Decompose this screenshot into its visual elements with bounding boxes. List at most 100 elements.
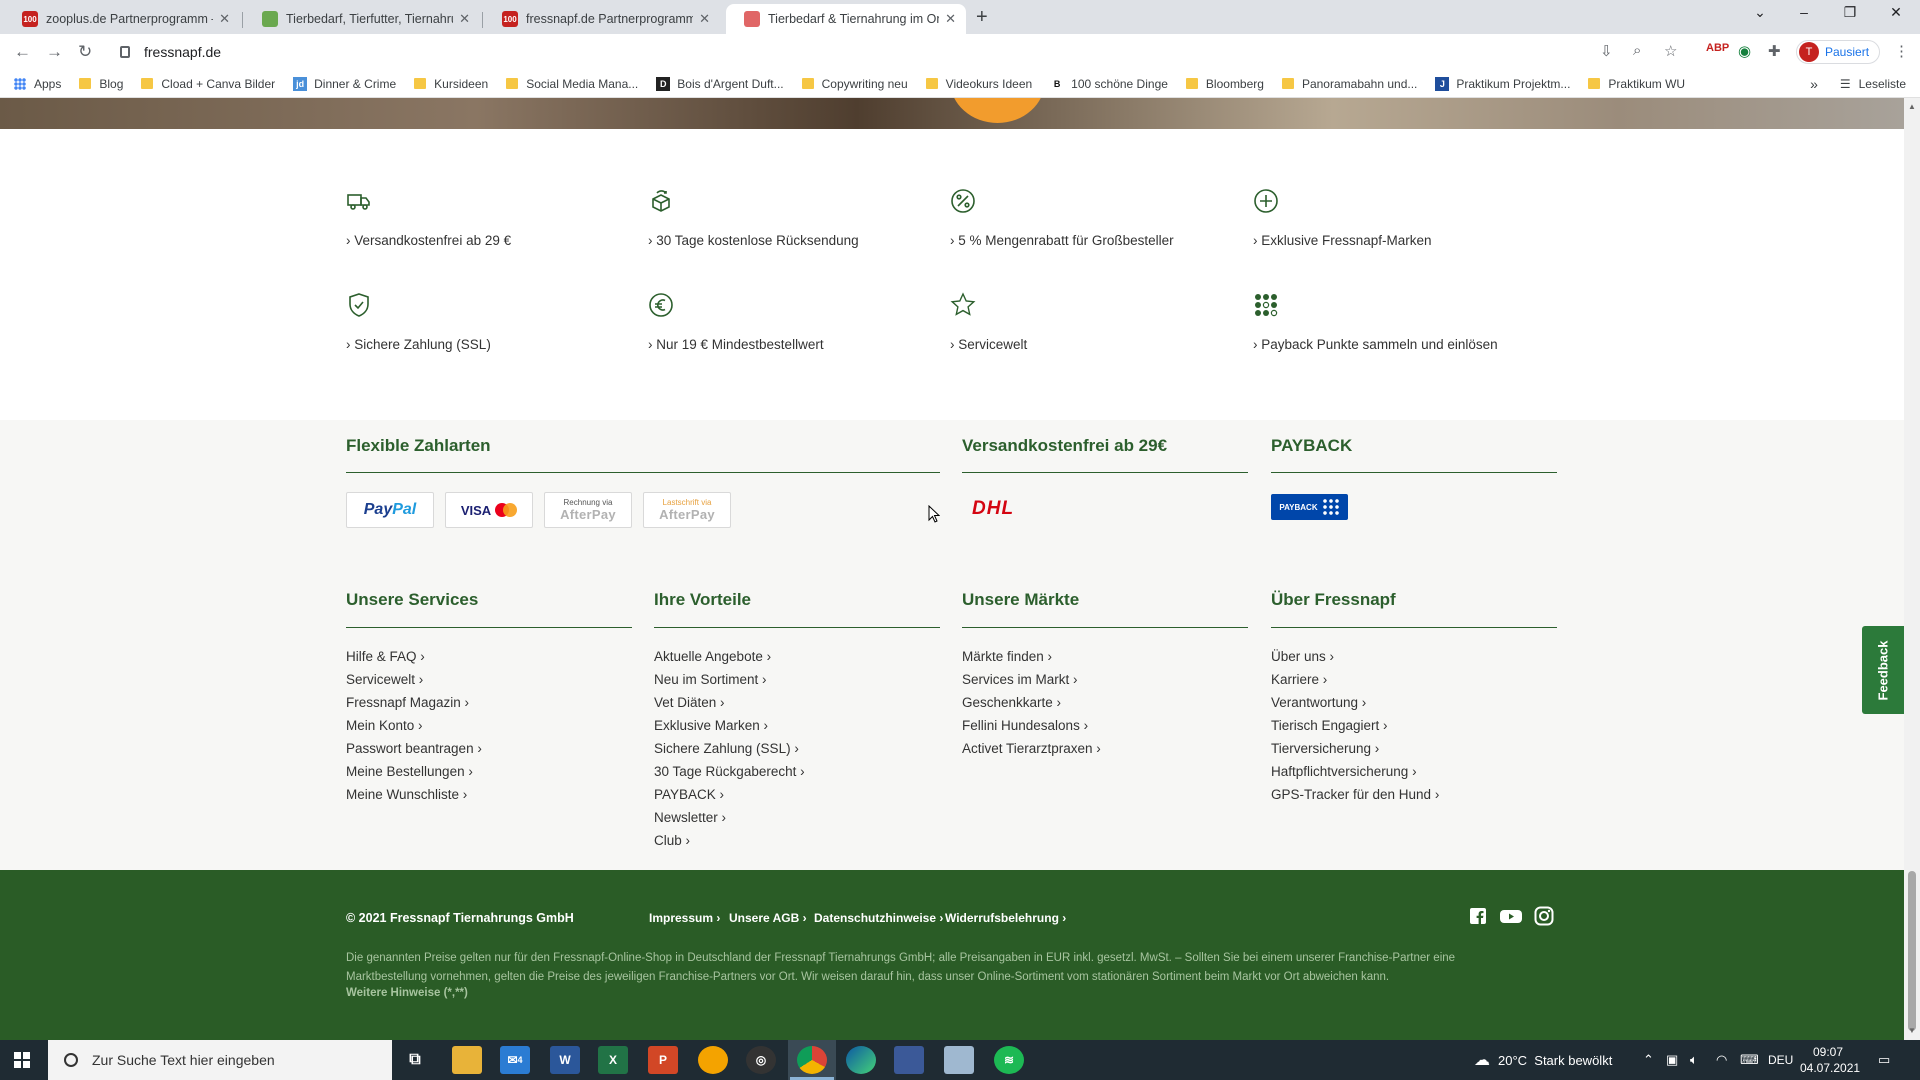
footer-link[interactable]: Karriere ›	[1271, 668, 1439, 691]
minimize-button[interactable]: –	[1784, 4, 1824, 20]
bookmark-folder[interactable]: Cload + Canva Bilder	[141, 77, 275, 91]
footer-link[interactable]: 30 Tage Rückgaberecht ›	[654, 760, 805, 783]
usp-item[interactable]: › Exklusive Fressnapf-Marken	[1253, 188, 1553, 248]
close-window-button[interactable]: ✕	[1876, 4, 1916, 21]
camera-icon[interactable]: ▣	[1666, 1040, 1678, 1080]
task-view-icon[interactable]: ⧉	[400, 1046, 430, 1074]
legal-link-impressum[interactable]: Impressum ›	[649, 911, 720, 925]
footer-link[interactable]: Über uns ›	[1271, 645, 1439, 668]
scroll-down-arrow-icon[interactable]: ▼	[1908, 1026, 1916, 1035]
footer-link[interactable]: Servicewelt ›	[346, 668, 482, 691]
back-arrow-icon[interactable]: ←	[14, 42, 31, 62]
page-scrollbar[interactable]: ▲ ▼	[1904, 98, 1920, 1040]
bookmark-folder[interactable]: Copywriting neu	[801, 77, 908, 91]
bookmark-folder[interactable]: Blog	[79, 77, 123, 91]
chrome-icon[interactable]	[797, 1046, 827, 1074]
spotify-icon[interactable]: ≋	[994, 1046, 1024, 1074]
footer-link[interactable]: Aktuelle Angebote ›	[654, 645, 805, 668]
facebook-icon[interactable]	[1469, 907, 1487, 925]
edge-icon[interactable]	[846, 1046, 876, 1074]
notification-icon[interactable]: ▭	[1878, 1040, 1890, 1080]
more-notes-link[interactable]: Weitere Hinweise (*,**)	[346, 987, 468, 999]
footer-link[interactable]: Tierversicherung ›	[1271, 737, 1439, 760]
maximize-button[interactable]: ❐	[1830, 4, 1870, 21]
footer-link[interactable]: Meine Bestellungen ›	[346, 760, 482, 783]
footer-link[interactable]: Haftpflichtversicherung ›	[1271, 760, 1439, 783]
footer-link[interactable]: Fellini Hundesalons ›	[962, 714, 1101, 737]
instagram-icon[interactable]	[1534, 906, 1554, 926]
new-tab-button[interactable]: +	[976, 6, 988, 29]
browser-tab-2[interactable]: Tierbedarf, Tierfutter, Tiernahrun ✕	[244, 4, 480, 34]
footer-link[interactable]: GPS-Tracker für den Hund ›	[1271, 783, 1439, 806]
footer-link[interactable]: Exklusive Marken ›	[654, 714, 805, 737]
footer-link[interactable]: PAYBACK ›	[654, 783, 805, 806]
menu-kebab-icon[interactable]: ⋮	[1894, 42, 1909, 60]
usp-item[interactable]: › Payback Punkte sammeln und einlösen	[1253, 292, 1553, 352]
legal-link-privacy[interactable]: Datenschutzhinweise ›	[814, 911, 943, 925]
address-bar[interactable]: fressnapf.de	[110, 38, 1680, 66]
usp-item[interactable]: › 30 Tage kostenlose Rücksendung	[648, 188, 948, 248]
footer-link[interactable]: Neu im Sortiment ›	[654, 668, 805, 691]
usp-item[interactable]: › 5 % Mengenrabatt für Großbesteller	[950, 188, 1250, 248]
bookmark-site[interactable]: B 100 schöne Dinge	[1050, 76, 1168, 91]
wifi-icon[interactable]: ◠	[1716, 1040, 1727, 1080]
bookmark-star-icon[interactable]: ☆	[1664, 42, 1677, 60]
close-tab-icon[interactable]: ✕	[945, 11, 956, 27]
bookmark-folder[interactable]: Social Media Mana...	[506, 77, 638, 91]
footer-link[interactable]: Newsletter ›	[654, 806, 805, 829]
excel-icon[interactable]: X	[598, 1046, 628, 1074]
close-tab-icon[interactable]: ✕	[459, 11, 470, 27]
footer-link[interactable]: Activet Tierarztpraxen ›	[962, 737, 1101, 760]
more-bookmarks-button[interactable]: »	[1810, 76, 1818, 92]
footer-link[interactable]: Tierisch Engagiert ›	[1271, 714, 1439, 737]
powerpoint-icon[interactable]: P	[648, 1046, 678, 1074]
input-language[interactable]: DEU	[1768, 1040, 1793, 1080]
bookmark-site[interactable]: J Praktikum Projektm...	[1435, 76, 1570, 91]
forward-arrow-icon[interactable]: →	[46, 42, 63, 62]
legal-link-agb[interactable]: Unsere AGB ›	[729, 911, 807, 925]
word-icon[interactable]: W	[550, 1046, 580, 1074]
keyboard-icon[interactable]: ⌨	[1740, 1040, 1759, 1080]
youtube-icon[interactable]	[1500, 907, 1522, 925]
usp-item[interactable]: › Nur 19 € Mindestbestellwert	[648, 292, 948, 352]
feedback-button[interactable]: Feedback	[1862, 626, 1904, 714]
grammarly-extension-icon[interactable]: ◉	[1738, 42, 1751, 60]
file-explorer-icon[interactable]	[452, 1046, 482, 1074]
notepad-icon[interactable]	[944, 1046, 974, 1074]
usp-item[interactable]: › Servicewelt	[950, 292, 1250, 352]
volume-icon[interactable]: 🔈︎	[1690, 1040, 1698, 1080]
install-app-icon[interactable]: ⇩	[1600, 42, 1613, 60]
windows-start-icon[interactable]	[14, 1052, 30, 1068]
adblock-extension-icon[interactable]: ABP	[1706, 42, 1729, 54]
close-tab-icon[interactable]: ✕	[219, 11, 230, 27]
app-icon[interactable]	[894, 1046, 924, 1074]
footer-link[interactable]: Services im Markt ›	[962, 668, 1101, 691]
mail-icon[interactable]: ✉ 4	[500, 1046, 530, 1074]
zoom-icon[interactable]: ⌕	[1633, 42, 1641, 59]
footer-link[interactable]: Meine Wunschliste ›	[346, 783, 482, 806]
bookmark-folder[interactable]: Videokurs Ideen	[925, 77, 1032, 91]
footer-link[interactable]: Märkte finden ›	[962, 645, 1101, 668]
system-clock[interactable]: 09:07 04.07.2021	[1800, 1044, 1860, 1076]
app-icon[interactable]	[698, 1046, 728, 1074]
profile-button[interactable]: T Pausiert	[1796, 40, 1880, 64]
browser-tab-3[interactable]: 100 fressnapf.de Partnerprogramm – ✕	[484, 4, 720, 34]
browser-tab-active[interactable]: Tierbedarf & Tiernahrung im Onl ✕	[726, 4, 966, 34]
footer-link[interactable]: Verantwortung ›	[1271, 691, 1439, 714]
reading-list-button[interactable]: Leseliste	[1859, 77, 1906, 91]
reload-icon[interactable]: ↻	[78, 42, 92, 62]
footer-link[interactable]: Mein Konto ›	[346, 714, 482, 737]
usp-item[interactable]: › Sichere Zahlung (SSL)	[346, 292, 646, 352]
bookmark-apps[interactable]: Apps	[14, 77, 61, 91]
footer-link[interactable]: Passwort beantragen ›	[346, 737, 482, 760]
footer-link[interactable]: Vet Diäten ›	[654, 691, 805, 714]
tray-chevron-icon[interactable]: ⌃	[1643, 1040, 1654, 1080]
bookmark-site[interactable]: D Bois d'Argent Duft...	[656, 76, 784, 91]
footer-link[interactable]: Club ›	[654, 829, 805, 852]
bookmark-folder[interactable]: Kursideen	[414, 77, 488, 91]
footer-link[interactable]: Sichere Zahlung (SSL) ›	[654, 737, 805, 760]
extensions-puzzle-icon[interactable]: ✚	[1768, 42, 1781, 60]
footer-link[interactable]: Geschenkkarte ›	[962, 691, 1101, 714]
reading-list-icon[interactable]: ☰	[1840, 77, 1851, 91]
bookmark-folder[interactable]: Panoramabahn und...	[1281, 77, 1417, 91]
